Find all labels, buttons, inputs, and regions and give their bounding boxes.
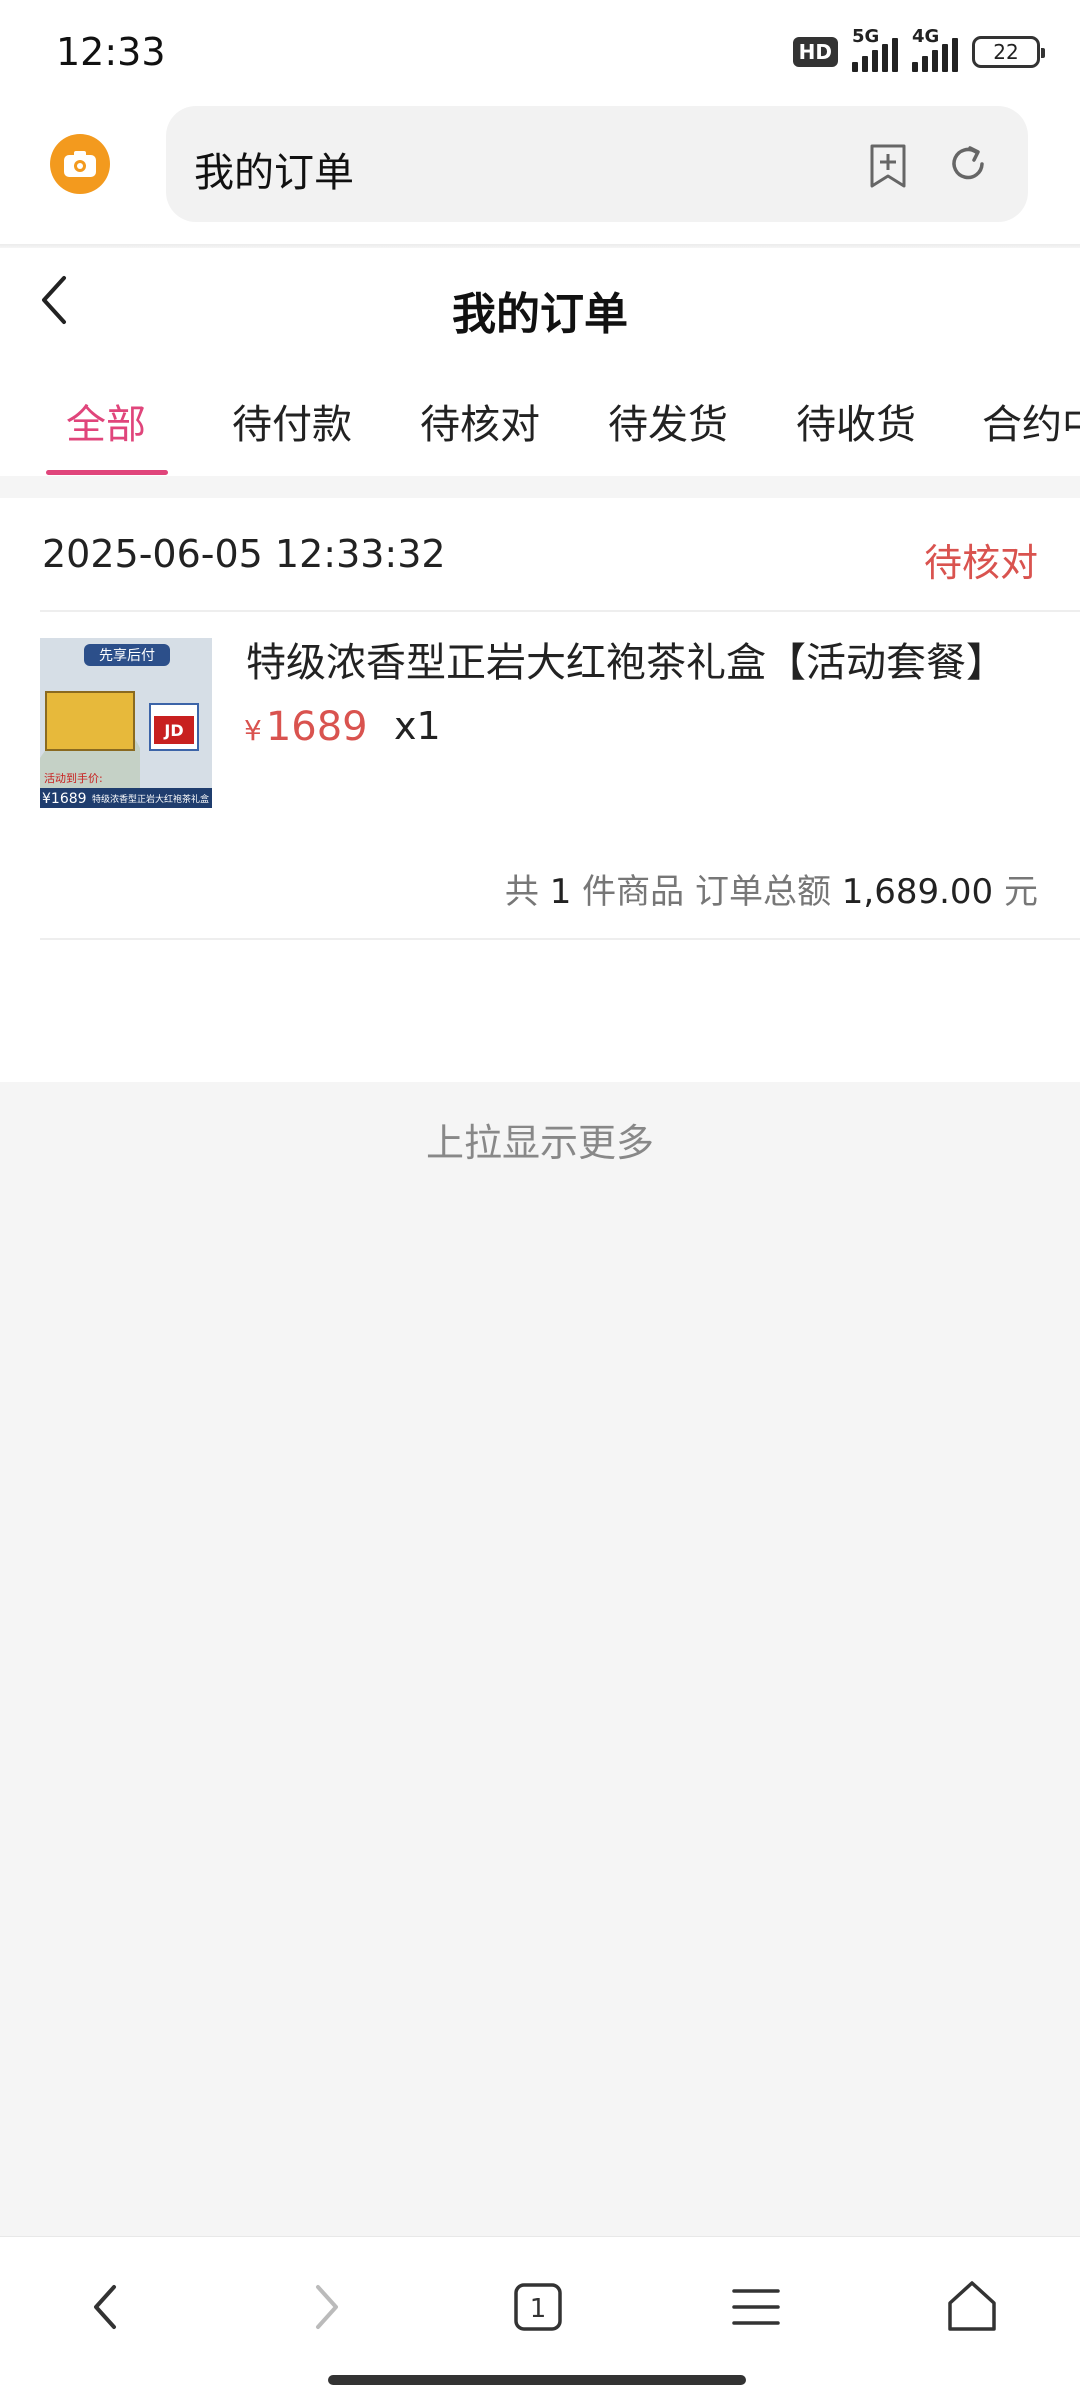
network-4g-label: 4G — [912, 26, 940, 47]
gesture-home-indicator[interactable] — [328, 2375, 746, 2385]
image-badge-text: 先享后付 — [99, 647, 155, 664]
item-count: 1 — [549, 872, 572, 912]
signal-5g-icon: 5G — [852, 26, 898, 72]
image-caption-text: 特级浓香型正岩大红袍茶礼盒 — [92, 793, 209, 805]
tabs-count: 1 — [530, 2294, 547, 2324]
address-bar[interactable]: 我的订单 — [166, 106, 1028, 222]
summary-prefix: 共 — [504, 872, 539, 912]
active-tab-indicator — [46, 470, 168, 475]
divider — [40, 938, 1080, 940]
product-price: ¥1689 — [244, 704, 368, 750]
battery-level: 22 — [993, 40, 1019, 64]
signal-4g-icon: 4G — [912, 26, 958, 72]
camera-icon[interactable] — [50, 134, 110, 194]
price-value: 1689 — [265, 704, 368, 750]
tab-pending-verification[interactable]: 待核对 — [420, 392, 540, 450]
battery-icon: 22 — [972, 36, 1045, 68]
page-header: 我的订单 全部 待付款 待核对 待发货 待收货 合约中 — [0, 248, 1080, 476]
hd-icon: HD — [792, 37, 838, 67]
home-icon[interactable] — [942, 2277, 1002, 2337]
product-name[interactable]: 特级浓香型正岩大红袍茶礼盒【活动套餐】 — [246, 630, 1006, 688]
order-total: 1,689.00 — [841, 872, 994, 912]
summary-label: 件商品 订单总额 — [582, 872, 831, 912]
load-more-hint: 上拉显示更多 — [425, 1121, 654, 1165]
tab-pending-payment[interactable]: 待付款 — [232, 392, 352, 450]
network-5g-label: 5G — [852, 26, 880, 47]
image-promo-text: 活动到手价: — [44, 771, 103, 785]
tab-all[interactable]: 全部 — [66, 392, 146, 450]
status-icons: HD 5G 4G 22 — [792, 26, 1045, 74]
add-bookmark-icon[interactable] — [866, 142, 910, 194]
menu-icon[interactable] — [726, 2277, 786, 2337]
divider — [40, 610, 1080, 612]
currency-unit: 元 — [1004, 872, 1038, 912]
nav-back-icon[interactable] — [76, 2277, 136, 2337]
image-price-text: ¥1689 — [42, 791, 87, 807]
tab-pending-shipment[interactable]: 待发货 — [608, 392, 728, 450]
status-bar: 12:33 HD 5G 4G 22 — [0, 0, 1080, 104]
product-image[interactable]: 先享后付 JD 活动到手价: ¥1689 特级浓香型正岩大红袍茶礼盒 — [40, 638, 212, 808]
status-time: 12:33 — [56, 30, 166, 74]
order-status: 待核对 — [923, 541, 1038, 585]
order-card[interactable]: 2025-06-05 12:33:32 待核对 先享后付 JD 活动到手价: ¥… — [0, 498, 1080, 1082]
image-jd-logo: JD — [163, 721, 183, 740]
order-tabs: 全部 待付款 待核对 待发货 待收货 合约中 — [0, 392, 1080, 476]
tab-pending-receipt[interactable]: 待收货 — [796, 392, 916, 450]
browser-bar: 我的订单 — [0, 104, 1080, 244]
address-text: 我的订单 — [194, 150, 354, 196]
order-time: 2025-06-05 12:33:32 — [42, 532, 446, 576]
nav-forward-icon[interactable] — [296, 2277, 356, 2337]
tab-contract[interactable]: 合约中 — [982, 392, 1080, 450]
browser-bottom-nav: 1 — [0, 2236, 1080, 2400]
price-currency: ¥ — [244, 714, 262, 747]
tabs-count-icon[interactable]: 1 — [508, 2277, 568, 2337]
page-title: 我的订单 — [452, 289, 628, 340]
order-summary: 共 1 件商品 订单总额 1,689.00 元 — [505, 864, 1038, 913]
refresh-icon[interactable] — [946, 142, 990, 190]
product-quantity: x1 — [394, 704, 441, 748]
page-root: 12:33 HD 5G 4G 22 我的订单 我的订单 全部 待付款 待核对 待… — [0, 0, 1080, 2400]
